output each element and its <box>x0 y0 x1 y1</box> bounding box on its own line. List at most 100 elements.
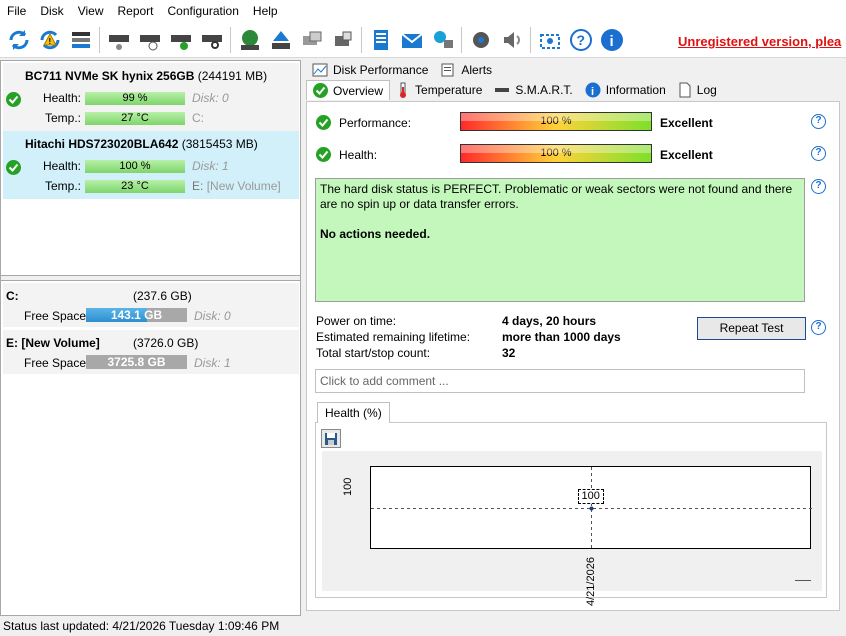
tab-label: Disk Performance <box>333 63 429 77</box>
tab-information[interactable]: i Information <box>579 80 672 100</box>
free-space-bar: 143.1 GB <box>86 308 187 322</box>
disk-search-icon[interactable] <box>199 27 225 53</box>
info-icon[interactable]: i <box>599 27 625 53</box>
status-message: The hard disk status is PERFECT. Problem… <box>320 182 793 211</box>
x-tick-label: 4/21/2026 <box>584 557 597 606</box>
health-bar: 99 % <box>85 92 185 105</box>
refresh-warning-icon[interactable]: ! <box>37 27 63 53</box>
chart-svg <box>371 467 812 550</box>
ok-check-icon <box>6 160 21 175</box>
chart-icon <box>312 63 328 77</box>
free-space-bar: 3725.8 GB <box>86 355 187 369</box>
top-tab-strip: Disk Performance Alerts <box>306 60 498 82</box>
disk-name: BC711 NVMe SK hynix 256GB (244191 MB) <box>25 69 268 83</box>
save-chart-button[interactable] <box>321 429 341 448</box>
performance-rating: Excellent <box>660 116 713 130</box>
drive-stack-icon[interactable] <box>299 27 325 53</box>
tab-label: Overview <box>333 83 384 98</box>
help-icon[interactable]: ? <box>811 179 826 194</box>
toolbar-separator <box>230 26 231 53</box>
menu-file[interactable]: File <box>0 4 33 18</box>
disk-icon[interactable] <box>106 27 132 53</box>
volume-disk-number: Disk: 0 <box>194 309 231 323</box>
performance-bar: 100 % <box>460 112 652 131</box>
chart-plot: 100 <box>370 466 812 550</box>
menu-help[interactable]: Help <box>246 4 285 18</box>
gear-icon[interactable] <box>468 27 494 53</box>
svg-text:i: i <box>609 33 613 50</box>
report-icon[interactable] <box>368 27 394 53</box>
tab-temperature[interactable]: Temperature <box>390 80 488 100</box>
tab-smart[interactable]: S.M.A.R.T. <box>488 80 578 100</box>
camera-icon[interactable] <box>537 27 563 53</box>
tab-label: Information <box>605 83 666 97</box>
chart-area: 100 100 4/21/2026 <box>322 451 822 606</box>
disk-check-icon[interactable] <box>168 27 194 53</box>
drive-letter: E: [New Volume] <box>192 179 281 193</box>
drive-remote-icon[interactable] <box>330 27 356 53</box>
info-icon: i <box>585 82 601 98</box>
power-on-label: Power on time: <box>316 314 397 328</box>
ok-check-icon <box>6 92 21 107</box>
disk-list-pane: BC711 NVMe SK hynix 256GB (244191 MB) He… <box>0 60 301 616</box>
volume-disk-number: Disk: 1 <box>194 356 231 370</box>
help-icon[interactable]: ? <box>811 114 826 129</box>
status-bar: Status last updated: 4/21/2026 Tuesday 1… <box>3 619 280 633</box>
volume-size: (3726.0 GB) <box>133 336 199 350</box>
toolbar-separator <box>99 26 100 53</box>
menu-view[interactable]: View <box>71 4 111 18</box>
comment-input[interactable]: Click to add comment ... <box>315 369 805 393</box>
alerts-icon <box>441 63 454 77</box>
unregistered-link[interactable]: Unregistered version, plea <box>678 34 841 49</box>
help-icon[interactable]: ? <box>811 146 826 161</box>
toolbar-separator <box>361 26 362 53</box>
refresh-icon[interactable] <box>6 27 32 53</box>
help-icon[interactable]: ? <box>568 27 594 53</box>
volume-name: E: [New Volume] <box>6 336 100 350</box>
chart-legend-dash <box>795 580 811 581</box>
volume-item-0[interactable]: C: (237.6 GB) Free Space 143.1 GB Disk: … <box>3 283 299 327</box>
ok-check-icon <box>313 83 328 98</box>
disk-item-0[interactable]: BC711 NVMe SK hynix 256GB (244191 MB) He… <box>3 63 299 131</box>
tab-overview[interactable]: Overview <box>306 80 391 100</box>
mail-icon[interactable] <box>399 27 425 53</box>
performance-label: Performance: <box>339 116 412 130</box>
menu-report[interactable]: Report <box>110 4 160 18</box>
disk-item-1[interactable]: Hitachi HDS723020BLA642 (3815453 MB) Hea… <box>3 131 299 199</box>
log-icon <box>679 82 691 98</box>
menu-disk[interactable]: Disk <box>33 4 70 18</box>
speaker-icon[interactable] <box>499 27 525 53</box>
health-label: Health: <box>42 91 81 105</box>
toolbar-separator <box>530 26 531 53</box>
volume-item-1[interactable]: E: [New Volume] (3726.0 GB) Free Space 3… <box>3 330 299 374</box>
health-bar: 100 % <box>460 144 652 163</box>
list-icon[interactable] <box>68 27 94 53</box>
volume-name: C: <box>6 289 19 303</box>
menu-bar: File Disk View Report Configuration Help <box>0 0 846 22</box>
tab-health-chart[interactable]: Health (%) <box>317 402 390 423</box>
tab-strip: Overview Temperature S.M.A.R.T. i Informa… <box>306 80 723 102</box>
health-label: Health: <box>42 159 81 173</box>
tab-label: Temperature <box>415 83 483 97</box>
network-globe-icon[interactable] <box>237 27 263 53</box>
network-icon[interactable] <box>430 27 456 53</box>
repeat-test-button[interactable]: Repeat Test <box>697 317 806 340</box>
menu-configuration[interactable]: Configuration <box>161 4 246 18</box>
health-rating: Excellent <box>660 148 713 162</box>
thermometer-icon <box>400 82 407 98</box>
free-space-label: Free Space <box>24 356 87 370</box>
svg-text:?: ? <box>576 32 585 48</box>
disk-number: Disk: 1 <box>192 159 229 173</box>
startstop-value: 32 <box>502 346 516 360</box>
disk-clock-icon[interactable] <box>137 27 163 53</box>
svg-text:i: i <box>591 86 594 98</box>
overview-panel: Performance: 100 % Excellent ? Health: 1… <box>306 101 840 611</box>
status-action: No actions needed. <box>320 227 431 241</box>
tab-alerts[interactable]: Alerts <box>434 60 498 80</box>
eject-disk-icon[interactable] <box>268 27 294 53</box>
tab-label: Alerts <box>461 63 493 77</box>
temp-label: Temp.: <box>44 111 81 125</box>
tab-disk-performance[interactable]: Disk Performance <box>306 60 434 80</box>
help-icon[interactable]: ? <box>811 320 826 335</box>
tab-log[interactable]: Log <box>672 80 723 100</box>
